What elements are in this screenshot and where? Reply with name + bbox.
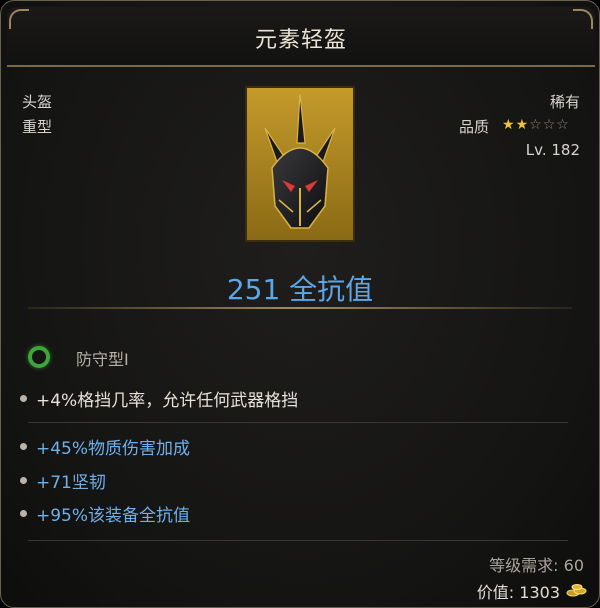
resistance-value: 251 全抗值 (226, 273, 374, 306)
affix-divider (28, 422, 568, 423)
bullet-icon (20, 395, 27, 402)
item-name: 元素轻盔 (254, 28, 347, 53)
star-icon: ★ (502, 117, 516, 133)
quality-label: 品质 (459, 118, 490, 136)
green-ring-icon (28, 346, 50, 368)
section-divider (28, 307, 572, 309)
item-value: 价值: 1303 (476, 583, 560, 602)
star-icon: ★ (515, 117, 530, 133)
affix-line: +71坚韧 (36, 473, 106, 493)
level-requirement: 等级需求: 60 (489, 556, 584, 575)
star-outline-icon: ☆ (556, 117, 570, 133)
item-level: Lv. 182 (525, 141, 580, 159)
star-outline-icon: ☆ (529, 117, 543, 133)
item-rarity: 稀有 (549, 93, 580, 111)
gold-coins-icon (566, 581, 588, 603)
quality-stars: ★★☆☆☆ (502, 117, 570, 133)
tooltip-header: 元素轻盔 (7, 7, 595, 67)
affix-line: +95%该装备全抗值 (36, 506, 191, 526)
helmet-icon (245, 86, 355, 242)
affix-line: +45%物质伤害加成 (36, 439, 191, 459)
star-outline-icon: ☆ (542, 117, 557, 133)
bullet-icon (20, 443, 27, 450)
item-slot: 头盔 (22, 93, 53, 111)
bullet-icon (20, 510, 27, 517)
innate-affix: +4%格挡几率，允许任何武器格挡 (36, 391, 299, 411)
bullet-icon (20, 477, 27, 484)
set-name: 防守型I (76, 350, 129, 369)
footer-divider (28, 540, 568, 541)
item-weight-class: 重型 (22, 118, 53, 136)
